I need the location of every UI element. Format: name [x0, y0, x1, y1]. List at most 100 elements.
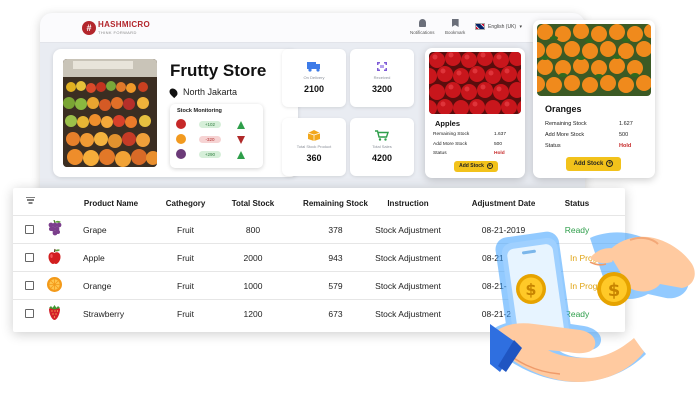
cell-product-name: Grape — [83, 225, 107, 235]
add-more-stock-label: Add More Stock — [545, 132, 585, 138]
column-header[interactable]: Instruction — [363, 199, 453, 208]
store-location-label: North Jakarta — [183, 87, 238, 97]
status-value: Hold — [619, 143, 632, 149]
status-label: Status — [433, 151, 447, 156]
stock-change-pill: +290 — [199, 151, 221, 158]
bookmark-label: Bookmark — [445, 30, 466, 35]
add-stock-button[interactable]: Add Stock + — [454, 161, 498, 172]
stock-change-pill: -320 — [199, 136, 221, 143]
trend-down-icon — [237, 136, 245, 144]
brand-name: HASHMICRO — [98, 20, 151, 29]
stock-monitoring-row: -320 — [176, 133, 260, 147]
stock-monitoring-row: +102 — [176, 118, 260, 132]
column-header[interactable]: Product Name — [75, 199, 147, 208]
trend-up-icon — [237, 121, 245, 129]
add-stock-button[interactable]: Add Stock + — [566, 157, 621, 171]
cell-product-name: Strawberry — [83, 309, 125, 319]
language-label: English (UK) — [488, 23, 517, 30]
cell-category: Fruit — [177, 281, 194, 291]
add-more-stock-label: Add More Stock — [433, 142, 468, 147]
column-header[interactable]: Cathegory — [153, 199, 218, 208]
cell-category: Fruit — [177, 309, 194, 319]
filter-icon[interactable] — [26, 196, 35, 207]
row-checkbox[interactable] — [25, 281, 34, 290]
product-card-apples: Apples Remaining Stock 1.637 Add More St… — [425, 48, 525, 178]
cart-icon — [375, 130, 389, 141]
column-header[interactable]: Total Stock — [218, 199, 288, 208]
status-value: Hold — [494, 151, 505, 156]
logo-icon: # — [82, 21, 96, 35]
product-name: Apples — [435, 119, 461, 128]
stat-on-delivery[interactable]: On Delivery 2100 — [282, 49, 346, 107]
stat-label: Received — [373, 75, 391, 80]
stat-total-stock-product[interactable]: Total Stock Product 360 — [282, 118, 346, 176]
strawberry-icon — [49, 305, 60, 320]
remaining-stock-row: Remaining Stock 1.637 — [433, 132, 517, 137]
row-checkbox[interactable] — [25, 253, 34, 262]
apple-icon — [176, 119, 186, 129]
coin-symbol: $ — [608, 280, 621, 301]
cell-product-name: Apple — [83, 253, 105, 263]
payment-illustration: $ $ — [490, 231, 695, 382]
product-name: Oranges — [545, 104, 582, 114]
apples-photo — [429, 52, 521, 114]
receiving-hand-icon — [490, 323, 644, 382]
truck-icon — [307, 62, 320, 72]
chevron-down-icon: ▾ — [519, 23, 522, 30]
store-location: North Jakarta — [167, 86, 238, 99]
cell-category: Fruit — [177, 225, 194, 235]
add-more-stock-value: 500 — [494, 142, 503, 147]
orange-icon — [47, 277, 62, 292]
cell-total-stock: 2000 — [243, 253, 263, 263]
coin-icon: $ — [516, 274, 546, 304]
cell-instruction: Stock Adjustment — [375, 225, 441, 235]
top-bar: # HASHMICRO THINK FORWARD Notifications … — [40, 13, 585, 43]
notifications-button[interactable]: Notifications — [410, 19, 435, 35]
add-more-stock-value: 500 — [619, 132, 629, 138]
cell-total-stock: 800 — [245, 225, 261, 235]
remaining-stock-label: Remaining Stock — [545, 121, 587, 127]
cell-instruction: Stock Adjustment — [375, 309, 441, 319]
apple-icon — [48, 248, 61, 264]
bookmark-icon — [451, 19, 459, 27]
status-label: Status — [545, 143, 561, 149]
coin-icon: $ — [597, 272, 631, 306]
add-stock-label: Add Stock — [573, 161, 604, 167]
status-row: Status Hold — [433, 151, 517, 156]
language-selector[interactable]: English (UK) ▾ — [475, 23, 522, 30]
product-card-oranges: Oranges Remaining Stock 1.627 Add More S… — [533, 20, 655, 178]
bookmark-button[interactable]: Bookmark — [445, 19, 465, 35]
stat-value: 3200 — [371, 84, 393, 94]
stat-value: 360 — [306, 153, 322, 163]
oranges-photo — [537, 24, 651, 96]
trend-up-icon — [237, 151, 245, 159]
plus-icon: + — [486, 163, 493, 169]
stat-label: On Delivery — [303, 75, 325, 80]
stock-monitoring-title: Stock Monitoring — [177, 108, 222, 114]
row-checkbox[interactable] — [25, 309, 34, 318]
cell-total-stock: 1000 — [243, 281, 263, 291]
remaining-stock-value: 1.637 — [494, 132, 507, 137]
notifications-label: Notifications — [410, 30, 435, 35]
cell-category: Fruit — [177, 253, 194, 263]
cell-instruction: Stock Adjustment — [375, 253, 441, 263]
store-card: Frutty Store North Jakarta Stock Monitor… — [53, 49, 298, 177]
remaining-stock-value: 1.627 — [619, 121, 633, 127]
stat-total-sales[interactable]: Total Sales 4200 — [350, 118, 414, 176]
add-more-stock-row: Add More Stock 500 — [545, 132, 645, 138]
coin-symbol: $ — [525, 280, 536, 299]
remaining-stock-label: Remaining Stock — [433, 132, 470, 137]
row-checkbox[interactable] — [25, 225, 34, 234]
orange-icon — [176, 134, 186, 144]
bell-icon — [418, 19, 426, 27]
stat-label: Total Sales — [372, 144, 392, 149]
cell-instruction: Stock Adjustment — [375, 281, 441, 291]
stage: # HASHMICRO THINK FORWARD Notifications … — [0, 0, 700, 400]
store-photo — [63, 59, 157, 167]
stat-received[interactable]: Received 3200 — [350, 49, 414, 107]
stat-label: Total Stock Product — [296, 144, 332, 149]
stat-value: 4200 — [371, 153, 393, 163]
stock-monitoring-panel: Stock Monitoring +102 -320 +290 — [170, 104, 263, 168]
grape-icon — [48, 220, 62, 236]
cell-total-stock: 1200 — [243, 309, 263, 319]
